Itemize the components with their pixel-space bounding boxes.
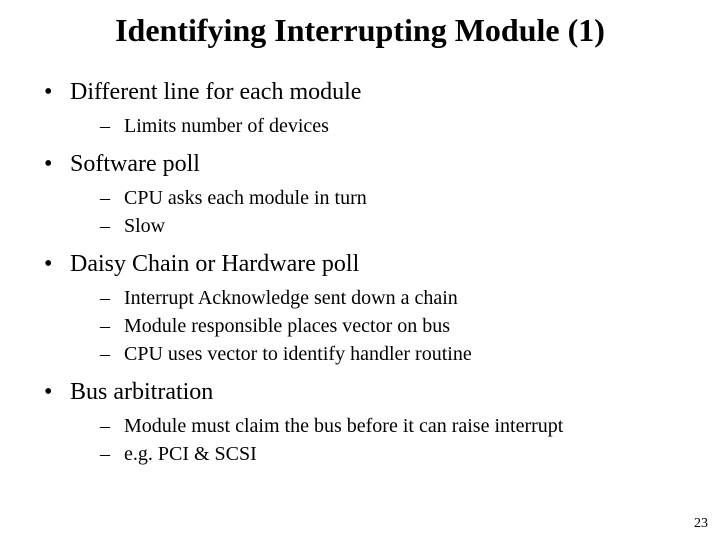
sub-item: Interrupt Acknowledge sent down a chain bbox=[100, 285, 720, 311]
slide: Identifying Interrupting Module (1) Diff… bbox=[0, 0, 720, 540]
sub-text: Slow bbox=[124, 215, 165, 237]
bullet-text: Bus arbitration bbox=[70, 379, 213, 405]
sub-text: e.g. PCI & SCSI bbox=[124, 443, 257, 465]
sub-list: Limits number of devices bbox=[70, 113, 720, 139]
sub-text: Limits number of devices bbox=[124, 115, 329, 137]
sub-item: Module responsible places vector on bus bbox=[100, 313, 720, 339]
sub-text: CPU uses vector to identify handler rout… bbox=[124, 343, 472, 365]
sub-text: Module responsible places vector on bus bbox=[124, 315, 450, 337]
sub-item: Slow bbox=[100, 213, 720, 239]
bullet-text: Different line for each module bbox=[70, 79, 361, 105]
sub-item: Limits number of devices bbox=[100, 113, 720, 139]
sub-item: CPU uses vector to identify handler rout… bbox=[100, 341, 720, 367]
sub-list: CPU asks each module in turn Slow bbox=[70, 185, 720, 239]
page-number: 23 bbox=[694, 516, 708, 532]
bullet-text: Daisy Chain or Hardware poll bbox=[70, 251, 359, 277]
sub-item: CPU asks each module in turn bbox=[100, 185, 720, 211]
bullet-item: Software poll CPU asks each module in tu… bbox=[40, 149, 720, 239]
bullet-item: Different line for each module Limits nu… bbox=[40, 77, 720, 139]
sub-text: Module must claim the bus before it can … bbox=[124, 415, 563, 437]
bullet-text: Software poll bbox=[70, 151, 200, 177]
sub-list: Interrupt Acknowledge sent down a chain … bbox=[70, 285, 720, 367]
sub-text: CPU asks each module in turn bbox=[124, 187, 367, 209]
sub-item: Module must claim the bus before it can … bbox=[100, 413, 720, 439]
sub-list: Module must claim the bus before it can … bbox=[70, 413, 720, 467]
slide-title: Identifying Interrupting Module (1) bbox=[20, 12, 700, 49]
sub-text: Interrupt Acknowledge sent down a chain bbox=[124, 287, 458, 309]
bullet-item: Bus arbitration Module must claim the bu… bbox=[40, 377, 720, 467]
bullet-list: Different line for each module Limits nu… bbox=[40, 77, 720, 467]
bullet-item: Daisy Chain or Hardware poll Interrupt A… bbox=[40, 249, 720, 367]
sub-item: e.g. PCI & SCSI bbox=[100, 441, 720, 467]
